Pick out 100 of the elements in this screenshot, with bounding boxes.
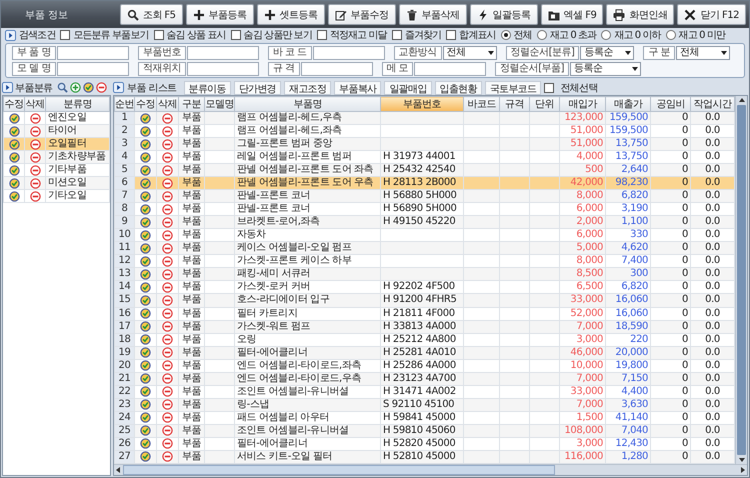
check-circle-icon[interactable]	[140, 268, 151, 280]
search-icon[interactable]	[56, 82, 68, 93]
minus-circle-icon[interactable]	[162, 282, 173, 293]
action-button[interactable]: 부품복사	[334, 80, 382, 94]
plus-circle-icon[interactable]	[70, 82, 81, 93]
column-header[interactable]: 작업시간	[690, 96, 734, 112]
minus-circle-icon[interactable]	[162, 294, 173, 306]
table-row[interactable]: 5 부품 판넬 어셈블리-프론트 도어 좌측 H 25432 42540 500 2,640 0 0.0	[114, 164, 734, 177]
input-field[interactable]	[56, 62, 129, 76]
table-row[interactable]: 26 부품 필터-에어클리너 H 52820 45000 3,000 12,430 0 0.0	[114, 437, 734, 450]
radio-button[interactable]	[601, 30, 612, 40]
column-header[interactable]: 수정	[134, 96, 156, 112]
table-row[interactable]: 25 부품 조인트 어셈블리-유니버셜 H 59810 45060 108,000 7,040 0 0.0	[114, 424, 734, 438]
check-circle-icon[interactable]	[140, 334, 151, 346]
check-circle-icon[interactable]	[140, 164, 151, 176]
checkbox[interactable]	[392, 30, 402, 40]
minus-circle-icon[interactable]	[162, 334, 173, 346]
action-button[interactable]: 재고조정	[284, 80, 332, 94]
check-circle-icon[interactable]	[140, 360, 151, 372]
check-circle-icon[interactable]	[140, 282, 151, 293]
dropdown[interactable]: 등록순	[580, 46, 634, 60]
checkbox[interactable]	[154, 30, 164, 40]
input-field[interactable]	[186, 62, 259, 76]
table-row[interactable]: 11 부품 케이스 어셈블리-오일 펌프 5,000 4,620 0 0.0	[114, 242, 734, 255]
table-row[interactable]: 6 부품 판넬 어셈블리-프론트 도어 우측 H 28113 2B000 42,000 98,230 0 0.0	[114, 176, 734, 190]
minus-circle-icon[interactable]	[30, 138, 40, 150]
table-row[interactable]: 13 부품 패킹-세미 서큐러 8,500 300 0 0.0	[114, 268, 734, 281]
table-row[interactable]: 19 부품 필터-에어클리너 H 25281 4A010 46,000 20,000 0 0.0	[114, 346, 734, 360]
input-field[interactable]	[312, 46, 385, 60]
check-circle-icon[interactable]	[140, 386, 151, 398]
check-circle-icon[interactable]	[140, 373, 151, 384]
minus-circle-icon[interactable]	[162, 321, 173, 332]
check-circle-icon[interactable]	[140, 438, 151, 450]
column-header[interactable]: 수정	[4, 96, 24, 112]
minus-circle-icon[interactable]	[162, 386, 173, 398]
table-row[interactable]: 미션오일	[4, 176, 110, 190]
input-field[interactable]	[186, 46, 259, 60]
horizontal-scrollbar[interactable]	[114, 464, 747, 475]
minus-circle-icon[interactable]	[162, 360, 173, 372]
toolbar-button[interactable]: 닫기 F12	[677, 4, 746, 25]
checkbox[interactable]	[544, 82, 554, 92]
check-circle-icon[interactable]	[140, 178, 151, 189]
check-circle-icon[interactable]	[140, 294, 151, 306]
minus-circle-icon[interactable]	[162, 152, 173, 163]
table-row[interactable]: 기초차량부품	[4, 150, 110, 164]
table-row[interactable]: 3 부품 그릴-프론트 범퍼 중앙 51,000 13,750 0 0.0	[114, 138, 734, 151]
table-row[interactable]: 20 부품 엔드 어셈블리-타이로드,좌측 H 25286 4A000 10,000 19,800 0 0.0	[114, 359, 734, 372]
check-circle-icon[interactable]	[140, 242, 151, 254]
column-header[interactable]: 순번	[114, 96, 134, 112]
minus-circle-icon[interactable]	[162, 268, 173, 280]
minus-circle-icon[interactable]	[162, 178, 173, 189]
minus-circle-icon[interactable]	[162, 126, 173, 137]
check-circle-icon[interactable]	[140, 347, 151, 358]
check-circle-icon[interactable]	[8, 112, 20, 124]
minus-circle-icon[interactable]	[162, 190, 173, 202]
check-circle-icon[interactable]	[140, 152, 151, 163]
minus-circle-icon[interactable]	[30, 178, 40, 188]
table-row[interactable]: 1 부품 램프 어셈블리-헤드,우측 123,000 159,500 0 0.0	[114, 112, 734, 125]
table-row[interactable]: 17 부품 가스켓-워트 펌프 H 33813 4A000 7,000 18,590 0 0.0	[114, 320, 734, 334]
check-circle-icon[interactable]	[140, 138, 151, 150]
toolbar-button[interactable]: 화면인쇄	[606, 4, 674, 25]
dropdown[interactable]: 등록순	[570, 62, 642, 76]
check-circle-icon[interactable]	[8, 152, 20, 162]
table-row[interactable]: 15 부품 호스-라디에이터 입구 H 91200 4FHR5 33,000 16,060 0 0.0	[114, 294, 734, 307]
check-circle-icon[interactable]	[140, 230, 151, 241]
minus-circle-icon[interactable]	[162, 242, 173, 254]
table-row[interactable]: 22 부품 조인트 어셈블리-유니버셜 H 31471 4A002 33,000 4,400 0 0.0	[114, 385, 734, 398]
dropdown[interactable]: 전체	[442, 46, 497, 60]
action-button[interactable]: 분류이동	[184, 80, 231, 94]
table-row[interactable]: 18 부품 오링 H 25212 4A800 3,000 220 0 0.0	[114, 333, 734, 346]
input-field[interactable]	[414, 62, 486, 76]
minus-circle-icon[interactable]	[162, 399, 173, 410]
radio-button[interactable]	[536, 30, 547, 40]
check-circle-icon[interactable]	[140, 204, 151, 215]
column-header[interactable]: 규격	[500, 96, 530, 112]
check-circle-icon[interactable]	[140, 256, 151, 267]
check-circle-icon[interactable]	[140, 190, 151, 202]
minus-circle-icon[interactable]	[30, 164, 40, 176]
check-circle-icon[interactable]	[8, 164, 20, 176]
checkbox[interactable]	[60, 30, 70, 40]
check-circle-icon[interactable]	[82, 82, 94, 93]
table-row[interactable]: 24 부품 패드 어셈블리 아우터 H 59841 45000 1,500 41,140 0 0.0	[114, 411, 734, 424]
input-field[interactable]	[56, 46, 129, 60]
action-button[interactable]: 국토부코드	[484, 80, 542, 94]
minus-circle-icon[interactable]	[162, 347, 173, 358]
minus-circle-icon[interactable]	[162, 138, 173, 150]
column-header[interactable]: 삭제	[24, 96, 46, 112]
check-circle-icon[interactable]	[8, 190, 20, 202]
check-circle-icon[interactable]	[140, 451, 151, 462]
minus-circle-icon[interactable]	[162, 256, 173, 267]
check-circle-icon[interactable]	[140, 425, 151, 436]
toolbar-button[interactable]: 부품삭제	[398, 4, 467, 25]
toolbar-button[interactable]: 부품등록	[186, 4, 254, 25]
table-row[interactable]: 타이어	[4, 124, 110, 138]
dropdown[interactable]: 전체	[676, 46, 730, 60]
check-circle-icon[interactable]	[140, 112, 151, 124]
table-row[interactable]: 오일필터	[4, 138, 110, 150]
column-header[interactable]: 구분	[178, 96, 204, 112]
minus-circle-icon[interactable]	[162, 412, 173, 424]
minus-circle-icon[interactable]	[162, 425, 173, 436]
